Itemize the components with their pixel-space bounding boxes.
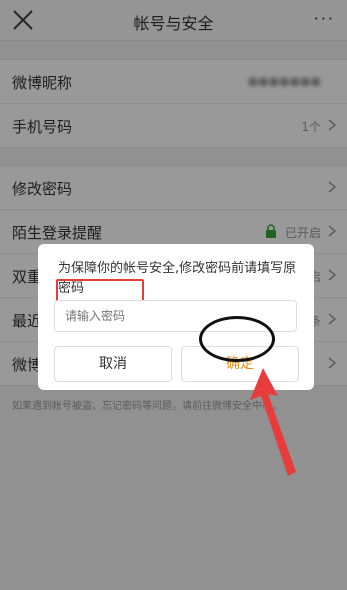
highlight-ellipse [199,316,275,362]
cancel-button[interactable]: 取消 [54,346,172,382]
red-arrow-annotation [250,368,296,476]
